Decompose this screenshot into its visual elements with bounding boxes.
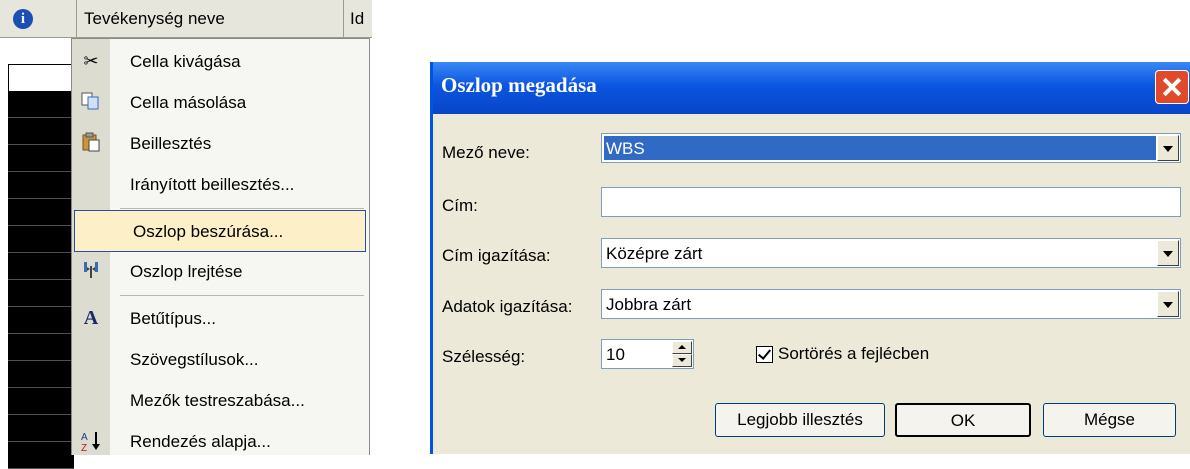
- menu-item-hide-column[interactable]: Oszlop lrejtése: [72, 251, 369, 291]
- indicator-cell[interactable]: [8, 253, 74, 280]
- menu-separator: [120, 208, 364, 209]
- paste-icon: [80, 132, 102, 154]
- column-header-name[interactable]: Tevékenység neve: [84, 9, 225, 29]
- chevron-down-icon[interactable]: [1157, 135, 1179, 161]
- font-icon: A: [83, 307, 99, 329]
- menu-item-insert-column[interactable]: Oszlop beszúrása...: [74, 210, 366, 252]
- menu-item-customize-fields[interactable]: Mezők testreszabása...: [72, 380, 369, 420]
- indicator-cell[interactable]: [8, 199, 74, 226]
- menu-item-label: Beillesztés: [130, 134, 212, 153]
- scissors-icon: ✂: [83, 51, 99, 71]
- dialog-title: Oszlop megadása: [441, 73, 597, 97]
- indicator-cell[interactable]: [8, 307, 74, 334]
- svg-text:Z: Z: [81, 443, 87, 452]
- sort-az-icon: AZ: [80, 430, 102, 454]
- column-header-partial[interactable]: Id: [350, 9, 364, 29]
- menu-item-label: Mezők testreszabása...: [130, 391, 305, 410]
- field-name-select[interactable]: WBS: [601, 133, 1181, 163]
- menu-item-font[interactable]: A Betűtípus...: [72, 298, 369, 338]
- indicator-cell[interactable]: [8, 388, 74, 415]
- menu-item-label: Irányított beillesztés...: [130, 175, 295, 194]
- menu-item-label: Betűtípus...: [130, 309, 216, 328]
- width-label: Szélesség:: [442, 347, 526, 366]
- title-align-label: Cím igazítása:: [442, 246, 551, 265]
- indicator-column-header[interactable]: i: [0, 0, 77, 37]
- cancel-button[interactable]: Mégse: [1043, 403, 1176, 437]
- field-name-label: Mező neve:: [442, 143, 530, 162]
- menu-item-sort-by[interactable]: AZ Rendezés alapja...: [72, 421, 369, 461]
- menu-item-label: Cella másolása: [130, 93, 247, 112]
- menu-item-label: Rendezés alapja...: [130, 432, 271, 451]
- info-icon: i: [13, 9, 33, 29]
- field-name-value: WBS: [604, 136, 1156, 160]
- menu-item-label: Oszlop lrejtése: [130, 262, 243, 281]
- spin-down-icon[interactable]: [672, 354, 692, 367]
- menu-item-text-styles[interactable]: Szövegstílusok...: [72, 339, 369, 379]
- menu-separator: [120, 295, 364, 296]
- title-label: Cím:: [442, 196, 478, 215]
- menu-item-copy-cell[interactable]: Cella másolása: [72, 82, 369, 122]
- menu-item-cut-cell[interactable]: ✂ Cella kivágása: [72, 41, 369, 81]
- indicator-cell[interactable]: [8, 334, 74, 361]
- close-icon[interactable]: [1155, 70, 1189, 104]
- data-align-label: Adatok igazítása:: [442, 297, 573, 316]
- spin-up-icon[interactable]: [672, 341, 692, 354]
- svg-text:A: A: [81, 432, 88, 443]
- chevron-down-icon[interactable]: [1157, 240, 1179, 266]
- hide-column-icon: [80, 260, 102, 282]
- data-align-value: Jobbra zárt: [606, 295, 692, 314]
- indicator-cell[interactable]: [8, 415, 74, 442]
- menu-item-label: Oszlop beszúrása...: [133, 222, 284, 241]
- context-menu: ✂ Cella kivágása Cella másolása Beillesz…: [71, 38, 370, 455]
- menu-item-paste-special[interactable]: Irányított beillesztés...: [72, 164, 369, 204]
- width-spinner[interactable]: 10: [601, 339, 694, 369]
- title-input[interactable]: [601, 187, 1181, 217]
- indicator-cell[interactable]: [8, 442, 74, 469]
- indicator-cell[interactable]: [8, 226, 74, 253]
- data-align-select[interactable]: Jobbra zárt: [601, 289, 1181, 319]
- indicator-cell[interactable]: [8, 280, 74, 307]
- indicator-cell[interactable]: [8, 172, 74, 199]
- best-fit-button[interactable]: Legjobb illesztés: [715, 403, 885, 437]
- column-header-row: i Tevékenység neve Id: [0, 0, 372, 38]
- indicator-cell[interactable]: [8, 361, 74, 388]
- dialog-titlebar[interactable]: Oszlop megadása: [433, 62, 1190, 114]
- menu-item-label: Cella kivágása: [130, 52, 241, 71]
- wrap-header-label[interactable]: Sortörés a fejlécben: [778, 344, 929, 364]
- ok-button[interactable]: OK: [895, 403, 1031, 437]
- indicator-cell[interactable]: [8, 91, 74, 118]
- title-align-select[interactable]: Középre zárt: [601, 238, 1181, 268]
- indicator-cell-selected[interactable]: [8, 64, 74, 92]
- menu-item-label: Szövegstílusok...: [130, 350, 259, 369]
- column-divider: [343, 0, 344, 37]
- spinner-buttons[interactable]: [672, 341, 692, 367]
- menu-item-paste[interactable]: Beillesztés: [72, 123, 369, 163]
- copy-icon: [80, 91, 102, 113]
- wrap-header-checkbox[interactable]: [756, 346, 773, 363]
- indicator-cell[interactable]: [8, 145, 74, 172]
- title-align-value: Középre zárt: [606, 244, 703, 263]
- width-value: 10: [606, 345, 625, 364]
- chevron-down-icon[interactable]: [1157, 291, 1179, 317]
- indicator-cell[interactable]: [8, 118, 74, 145]
